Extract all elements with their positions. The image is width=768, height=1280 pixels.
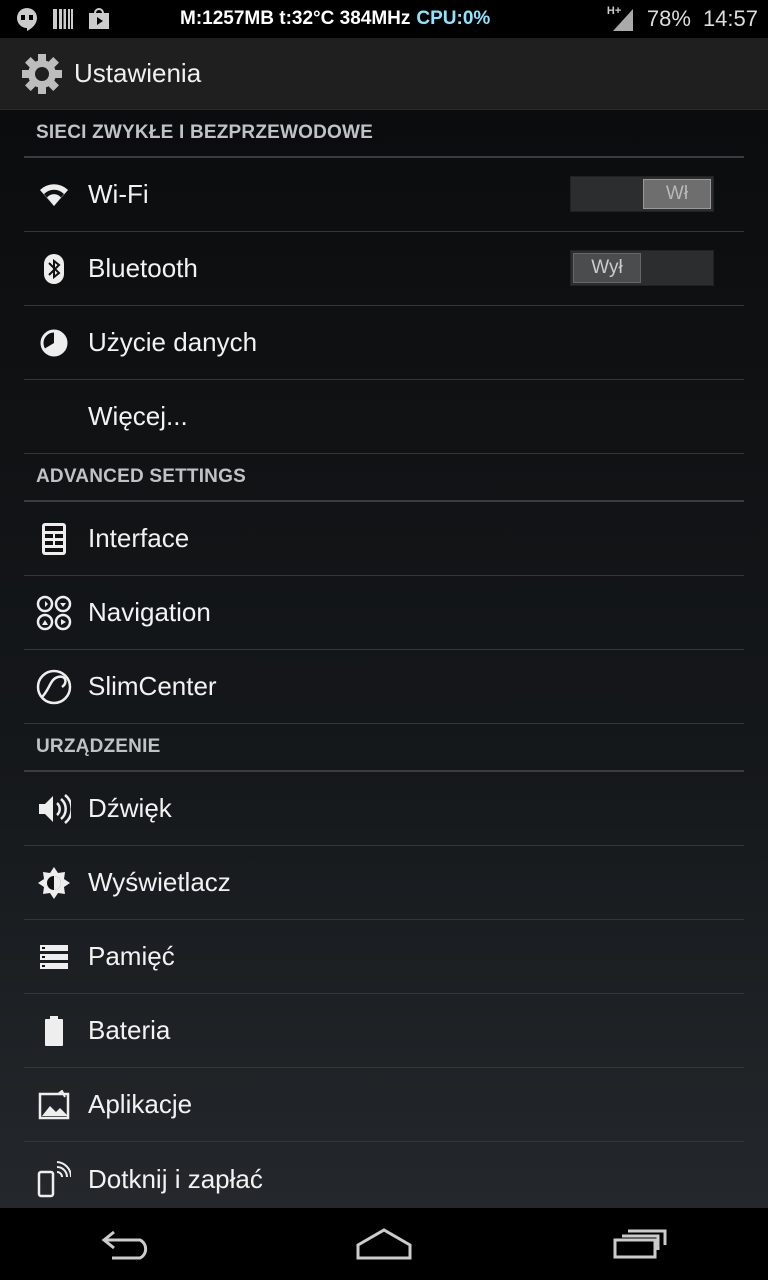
sound-icon	[36, 791, 72, 827]
barcode-icon	[50, 6, 76, 32]
settings-item-label: Navigation	[88, 597, 211, 627]
settings-item-storage[interactable]: Pamięć	[24, 920, 744, 994]
battery-level: 78%	[646, 6, 691, 31]
settings-item-label: Dotknij i zapłać	[88, 1163, 263, 1194]
action-bar: Ustawienia	[0, 38, 768, 110]
play-store-icon	[86, 6, 112, 32]
status-bar: M:1257MB t:32°C 384MHz CPU:0% H+ 78% 14:5…	[0, 0, 768, 38]
memory-stat: M:1257MB	[180, 8, 274, 29]
storage-icon	[36, 939, 72, 975]
wifi-toggle[interactable]: Wł	[570, 176, 714, 212]
data-usage-icon	[36, 325, 72, 361]
settings-item-label: Wyświetlacz	[88, 867, 231, 897]
settings-item-label: Użycie danych	[88, 327, 258, 357]
section-header-advanced: ADVANCED SETTINGS	[24, 454, 744, 502]
settings-item-label: Dźwięk	[88, 793, 172, 823]
settings-item-tap-pay[interactable]: Dotknij i zapłać	[24, 1142, 744, 1216]
display-icon	[36, 865, 72, 901]
settings-item-label: SlimCenter	[88, 671, 217, 701]
settings-item-battery[interactable]: Bateria	[24, 994, 744, 1068]
hangouts-icon	[14, 6, 40, 32]
settings-item-display[interactable]: Wyświetlacz	[24, 846, 744, 920]
settings-item-navigation[interactable]: Navigation	[24, 576, 744, 650]
clock: 14:57	[702, 6, 758, 31]
settings-item-data-usage[interactable]: Użycie danych	[24, 306, 744, 380]
wifi-icon	[36, 177, 72, 213]
section-header-device: URZĄDZENIE	[24, 724, 744, 772]
bluetooth-toggle[interactable]: Wył	[570, 250, 714, 286]
settings-item-label: Aplikacje	[88, 1089, 193, 1119]
toggle-knob: Wył	[573, 253, 641, 283]
settings-item-label: Wi-Fi	[88, 179, 149, 209]
frequency-stat: 384MHz	[339, 8, 411, 29]
bluetooth-icon	[36, 251, 72, 287]
page-title: Ustawienia	[74, 58, 202, 88]
settings-item-bluetooth[interactable]: Bluetooth Wył	[24, 232, 744, 306]
navigation-icon	[36, 595, 72, 631]
settings-item-label: Interface	[88, 523, 190, 553]
recents-icon[interactable]	[590, 1214, 690, 1274]
settings-item-label: Więcej...	[88, 401, 188, 431]
cpu-stat: CPU:0%	[416, 8, 491, 29]
battery-icon	[36, 1013, 72, 1049]
temperature-stat: t:32°C	[279, 8, 335, 29]
settings-item-label: Bateria	[88, 1015, 171, 1045]
home-icon[interactable]	[334, 1214, 434, 1274]
settings-item-label: Bluetooth	[88, 253, 198, 283]
tap-pay-icon	[36, 1161, 72, 1198]
apps-icon	[36, 1087, 72, 1123]
settings-item-sound[interactable]: Dźwięk	[24, 772, 744, 846]
settings-item-label: Pamięć	[88, 941, 175, 971]
interface-icon	[36, 521, 72, 557]
settings-item-more[interactable]: Więcej...	[24, 380, 744, 454]
signal-icon: H+	[607, 5, 635, 33]
section-header-wireless: SIECI ZWYKŁE I BEZPRZEWODOWE	[24, 110, 744, 158]
back-icon[interactable]	[78, 1214, 178, 1274]
toggle-knob: Wł	[643, 179, 711, 209]
settings-list: SIECI ZWYKŁE I BEZPRZEWODOWE Wi-Fi Wł Bl…	[0, 110, 768, 1208]
system-stats: M:1257MB t:32°C 384MHz CPU:0%	[180, 0, 490, 38]
navigation-bar	[0, 1208, 768, 1280]
slimcenter-icon	[36, 669, 72, 705]
settings-item-slimcenter[interactable]: SlimCenter	[24, 650, 744, 724]
network-type: H+	[606, 5, 622, 17]
settings-item-interface[interactable]: Interface	[24, 502, 744, 576]
settings-item-apps[interactable]: Aplikacje	[24, 1068, 744, 1142]
settings-gear-icon	[20, 52, 64, 96]
settings-item-wifi[interactable]: Wi-Fi Wł	[24, 158, 744, 232]
